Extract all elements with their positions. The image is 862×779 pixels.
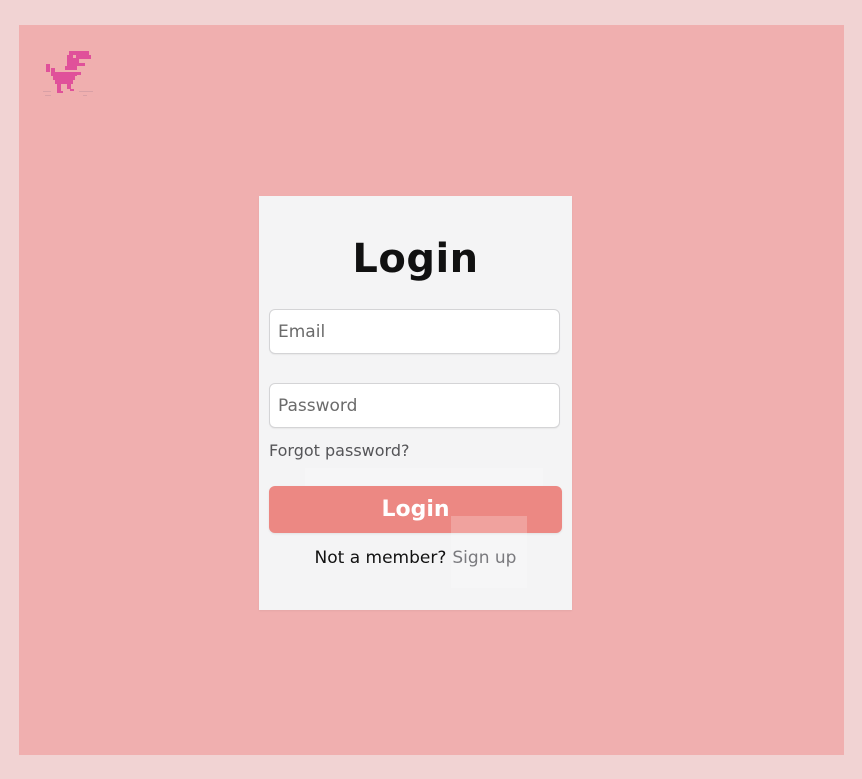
- email-input[interactable]: [269, 309, 560, 354]
- login-title: Login: [352, 236, 479, 282]
- signup-link[interactable]: Sign up: [452, 548, 516, 568]
- signup-prompt: Not a member? Sign up: [259, 548, 572, 568]
- dinosaur-icon: [43, 47, 95, 99]
- app-frame: Login Forgot password? Login Not a membe…: [19, 25, 844, 755]
- forgot-password-link[interactable]: Forgot password?: [269, 441, 409, 460]
- password-input[interactable]: [269, 383, 560, 428]
- member-prompt-text: Not a member?: [314, 548, 447, 568]
- login-card: Login Forgot password? Login Not a membe…: [259, 196, 572, 610]
